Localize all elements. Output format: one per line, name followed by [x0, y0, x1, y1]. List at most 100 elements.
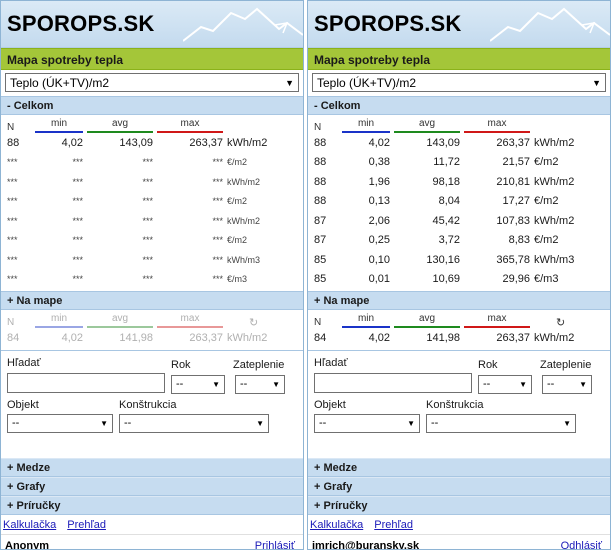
table-row: *** *** *** *** €/m2 — [5, 153, 299, 173]
cell-min: 1,96 — [368, 175, 390, 188]
celkom-rows: 88 4,02 143,09 263,37 kWh/m2 *** *** *** *** €/m2… — [5, 133, 299, 289]
table-row: 88 4,02 143,09 263,37 kWh/m2 — [312, 133, 606, 153]
rok-label: Rok — [478, 358, 498, 371]
cell-avg: 143,09 — [426, 136, 460, 149]
cell-unit: €/m2 — [534, 195, 559, 208]
rok-select[interactable]: -- ▼ — [478, 374, 532, 394]
cell-unit: kWh/m2 — [534, 175, 575, 188]
cell-unit: kWh/m3 — [227, 254, 261, 265]
cell-min: *** — [72, 235, 83, 246]
celkom-stats: N min avg max 88 4,02 143,09 263,37 kWh/m2 **… — [1, 115, 303, 291]
objekt-select[interactable]: -- ▼ — [314, 413, 420, 433]
calculator-link[interactable]: Kalkulačka — [310, 519, 363, 531]
triangle-down-icon: ▼ — [407, 418, 415, 428]
brand-logo: SPOROPS.SK — [314, 11, 462, 36]
medze-section-toggle[interactable]: + Medze — [1, 457, 303, 477]
cell-avg: *** — [142, 215, 153, 226]
cell-n: *** — [7, 176, 18, 187]
rok-select[interactable]: -- ▼ — [171, 374, 225, 394]
calculator-link[interactable]: Kalkulačka — [3, 519, 56, 531]
stats-header: N min avg max — [312, 117, 606, 133]
triangle-down-icon: ▼ — [563, 418, 571, 428]
cell-max: *** — [212, 176, 223, 187]
cell-n: *** — [7, 254, 18, 265]
konstrukcia-select[interactable]: -- ▼ — [426, 413, 576, 433]
cell-unit: €/m2 — [227, 235, 248, 246]
cell-n: 88 — [314, 156, 327, 169]
na-mape-section-toggle[interactable]: + Na mape — [1, 291, 303, 310]
mountain-icon — [490, 7, 610, 42]
celkom-section-toggle[interactable]: - Celkom — [1, 96, 303, 115]
cell-min: *** — [72, 196, 83, 207]
overview-link[interactable]: Prehľad — [67, 519, 106, 531]
filter-form: Hľadať Rok -- ▼ Zateplenie -- ▼ Objekt -- ▼… — [308, 349, 610, 458]
stats-header: N min avg max ↻ — [312, 312, 606, 329]
cell-avg: 143,09 — [119, 136, 153, 149]
cell-max: *** — [212, 215, 223, 226]
table-row: 87 0,25 3,72 8,83 €/m2 — [312, 231, 606, 251]
cell-unit: €/m2 — [227, 196, 248, 207]
table-row: 85 0,10 130,16 365,78 kWh/m3 — [312, 250, 606, 270]
cell-max: 263,37 — [496, 136, 530, 149]
cell-min: 0,10 — [368, 253, 390, 266]
metric-select[interactable]: Teplo (ÚK+TV)/m2 ▼ — [312, 73, 606, 92]
grafy-section-toggle[interactable]: + Grafy — [308, 476, 610, 496]
cell-n: 85 — [314, 273, 327, 286]
overview-link[interactable]: Prehľad — [374, 519, 413, 531]
cell-unit: €/m3 — [534, 273, 559, 286]
celkom-section-toggle[interactable]: - Celkom — [308, 96, 610, 115]
konstrukcia-label: Konštrukcia — [426, 398, 484, 411]
table-row: *** *** *** *** €/m2 — [5, 192, 299, 212]
user-email: imrich@buransky.sk — [312, 539, 420, 550]
grafy-section-toggle[interactable]: + Grafy — [1, 476, 303, 496]
triangle-down-icon: ▼ — [285, 78, 294, 88]
login-link[interactable]: Prihlásiť — [255, 540, 295, 550]
cell-min: 4,02 — [368, 136, 390, 149]
reload-icon[interactable]: ↻ — [249, 318, 259, 329]
cell-min: *** — [72, 157, 83, 168]
cell-unit: kWh/m2 — [227, 136, 268, 149]
konstrukcia-select[interactable]: -- ▼ — [119, 413, 269, 433]
table-row: 88 4,02 143,09 263,37 kWh/m2 — [5, 133, 299, 153]
user-name: Anonym — [5, 539, 49, 550]
cell-max: *** — [212, 157, 223, 168]
cell-max: 21,57 — [502, 156, 530, 169]
cell-max: 29,96 — [502, 273, 530, 286]
table-row: *** *** *** *** €/m2 — [5, 231, 299, 251]
prirucky-section-toggle[interactable]: + Príručky — [308, 495, 610, 515]
objekt-select[interactable]: -- ▼ — [7, 413, 113, 433]
mountain-icon — [183, 7, 303, 42]
cell-n: 88 — [314, 195, 327, 208]
search-input[interactable] — [314, 372, 472, 393]
triangle-down-icon: ▼ — [579, 379, 587, 389]
cell-avg: 10,69 — [432, 273, 460, 286]
col-n: N — [7, 317, 15, 328]
cell-n: *** — [7, 215, 18, 226]
col-avg: avg — [394, 118, 460, 133]
metric-select-value: Teplo (ÚK+TV)/m2 — [317, 76, 417, 90]
cell-unit: €/m2 — [534, 234, 559, 247]
cell-max: *** — [212, 274, 223, 285]
prirucky-section-toggle[interactable]: + Príručky — [1, 495, 303, 515]
cell-max: 365,78 — [496, 253, 530, 266]
logout-link[interactable]: Odhlásiť — [561, 540, 602, 550]
links-bar: Kalkulačka Prehľad — [308, 515, 610, 535]
table-row: 87 2,06 45,42 107,83 kWh/m2 — [312, 211, 606, 231]
medze-section-toggle[interactable]: + Medze — [308, 457, 610, 477]
filter-form: Hľadať Rok -- ▼ Zateplenie -- ▼ Objekt -- ▼… — [1, 349, 303, 458]
header: SPOROPS.SK — [308, 1, 610, 48]
cell-n: *** — [7, 235, 18, 246]
zateplenie-select[interactable]: -- ▼ — [542, 374, 592, 394]
search-label: Hľadať — [7, 356, 41, 369]
stats-header: N min avg max ↻ — [5, 312, 299, 329]
cell-unit: kWh/m3 — [534, 253, 575, 266]
triangle-down-icon: ▼ — [212, 379, 220, 389]
cell-min: *** — [72, 215, 83, 226]
cell-unit: €/m3 — [227, 274, 248, 285]
metric-select[interactable]: Teplo (ÚK+TV)/m2 ▼ — [5, 73, 299, 92]
cell-avg: *** — [142, 196, 153, 207]
na-mape-section-toggle[interactable]: + Na mape — [308, 291, 610, 310]
zateplenie-select[interactable]: -- ▼ — [235, 374, 285, 394]
search-input[interactable] — [7, 372, 165, 393]
reload-icon[interactable]: ↻ — [556, 318, 566, 329]
